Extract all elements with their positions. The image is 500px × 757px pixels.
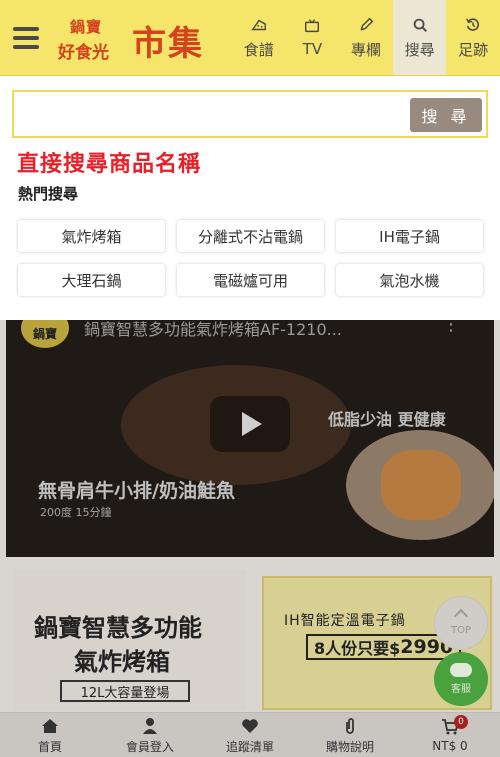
nav-history[interactable]: 足跡 xyxy=(446,0,500,75)
back-to-top-button[interactable]: TOP xyxy=(434,596,488,650)
nav-search[interactable]: 搜尋 xyxy=(392,0,447,75)
video-cook-spec: 200度 15分鐘 xyxy=(40,506,112,519)
banner-right-title: IH智能定溫電子鍋 xyxy=(284,613,406,629)
hot-keyword-chip[interactable]: 大理石鍋 xyxy=(18,264,165,296)
banner-title-line2: 氣炸烤箱 xyxy=(74,648,170,676)
tab-shopping-guide-label: 購物說明 xyxy=(325,739,374,754)
tab-login-label: 會員登入 xyxy=(125,739,174,754)
tab-home[interactable]: 首頁 xyxy=(0,713,100,757)
customer-service-button[interactable]: 客服 xyxy=(434,652,488,706)
search-box: 搜 尋 xyxy=(12,90,488,138)
promo-banners: 鍋寶智慧多功能 氣炸烤箱 12L大容量登場 IH智能定溫電子鍋 8人份只要$ 29… xyxy=(0,570,500,710)
nav-recipes-label: 食譜 xyxy=(243,40,274,59)
header-nav: 食譜 TV 專欄 搜尋 足跡 xyxy=(232,0,500,75)
promo-banner-airfryer[interactable]: 鍋寶智慧多功能 氣炸烤箱 12L大容量登場 xyxy=(14,570,246,710)
logo-main: 市集 xyxy=(132,24,204,64)
video-title[interactable]: 鍋寶智慧多功能氣炸烤箱AF-1210... xyxy=(84,320,342,340)
tab-shopping-guide[interactable]: 購物說明 xyxy=(300,713,400,757)
nav-column[interactable]: 專欄 xyxy=(339,0,393,75)
banner-subtitle: 12L大容量登場 xyxy=(60,680,190,702)
tab-cart-label: NT$ 0 xyxy=(432,739,468,753)
video-player[interactable]: 鍋寶 鍋寶智慧多功能氣炸烤箱AF-1210... ⋮ 低脂少油 更健康 無骨肩牛… xyxy=(6,320,494,557)
heart-icon xyxy=(242,718,258,733)
tab-cart[interactable]: 0 NT$ 0 xyxy=(400,713,500,757)
recipe-icon xyxy=(251,19,266,30)
channel-avatar[interactable]: 鍋寶 xyxy=(21,320,69,348)
search-hint: 直接搜尋商品名稱 xyxy=(17,152,202,177)
home-icon xyxy=(42,718,58,733)
tab-login[interactable]: 會員登入 xyxy=(100,713,200,757)
hot-keyword-chip[interactable]: IH電子鍋 xyxy=(336,220,483,252)
more-options-icon[interactable]: ⋮ xyxy=(442,320,460,335)
hot-keyword-chip[interactable]: 電磁爐可用 xyxy=(177,264,324,296)
chevron-up-icon xyxy=(453,608,469,623)
nav-recipes[interactable]: 食譜 xyxy=(232,0,286,75)
top-header: 鍋寶 好食光 市集 食譜 TV 專欄 搜尋 足跡 xyxy=(0,0,500,76)
video-dish-name: 無骨肩牛小排/奶油鮭魚 xyxy=(38,480,235,502)
bottom-tab-bar: 首頁 會員登入 追蹤清單 購物說明 0 NT$ 0 xyxy=(0,712,500,757)
hot-keyword-chip[interactable]: 氣泡水機 xyxy=(336,264,483,296)
nav-history-label: 足跡 xyxy=(458,40,489,59)
search-icon xyxy=(413,18,427,32)
video-slogan: 低脂少油 更健康 xyxy=(328,410,446,429)
video-fish-image xyxy=(381,450,461,520)
price-prefix: 8人份只要$ xyxy=(314,639,401,658)
play-button[interactable] xyxy=(210,396,290,452)
hot-keyword-chip[interactable]: 分離式不沾電鍋 xyxy=(177,220,324,252)
banner-title-line1: 鍋寶智慧多功能 xyxy=(34,614,202,642)
cart-count-badge: 0 xyxy=(454,715,468,729)
search-input[interactable] xyxy=(14,92,404,136)
search-button[interactable]: 搜 尋 xyxy=(410,98,482,132)
tab-wishlist[interactable]: 追蹤清單 xyxy=(200,713,300,757)
page-content: 鍋寶 鍋寶智慧多功能氣炸烤箱AF-1210... ⋮ 低脂少油 更健康 無骨肩牛… xyxy=(0,320,500,757)
tv-icon xyxy=(305,19,320,33)
logo-line2: 好食光 xyxy=(58,43,109,63)
nav-tv[interactable]: TV xyxy=(286,0,340,75)
user-icon xyxy=(143,717,157,734)
site-logo[interactable]: 鍋寶 好食光 市集 xyxy=(52,0,232,75)
paperclip-icon xyxy=(346,717,354,734)
line-chat-icon xyxy=(450,663,472,677)
menu-icon[interactable] xyxy=(0,0,52,75)
customer-service-label: 客服 xyxy=(451,684,471,695)
nav-search-label: 搜尋 xyxy=(404,40,435,59)
hot-keyword-chip[interactable]: 氣炸烤箱 xyxy=(18,220,165,252)
tab-home-label: 首頁 xyxy=(37,739,62,754)
pencil-icon xyxy=(360,17,374,30)
history-icon xyxy=(466,17,480,31)
nav-tv-label: TV xyxy=(302,40,323,58)
nav-column-label: 專欄 xyxy=(350,40,381,59)
search-panel: 搜 尋 直接搜尋商品名稱 熱門搜尋 氣炸烤箱 分離式不沾電鍋 IH電子鍋 大理石… xyxy=(0,76,500,320)
play-icon xyxy=(242,412,262,436)
hot-keyword-list: 氣炸烤箱 分離式不沾電鍋 IH電子鍋 大理石鍋 電磁爐可用 氣泡水機 xyxy=(18,220,483,296)
back-to-top-label: TOP xyxy=(450,624,471,636)
logo-line1: 鍋寶 xyxy=(70,18,103,36)
tab-wishlist-label: 追蹤清單 xyxy=(225,739,274,754)
hot-search-title: 熱門搜尋 xyxy=(18,185,79,203)
